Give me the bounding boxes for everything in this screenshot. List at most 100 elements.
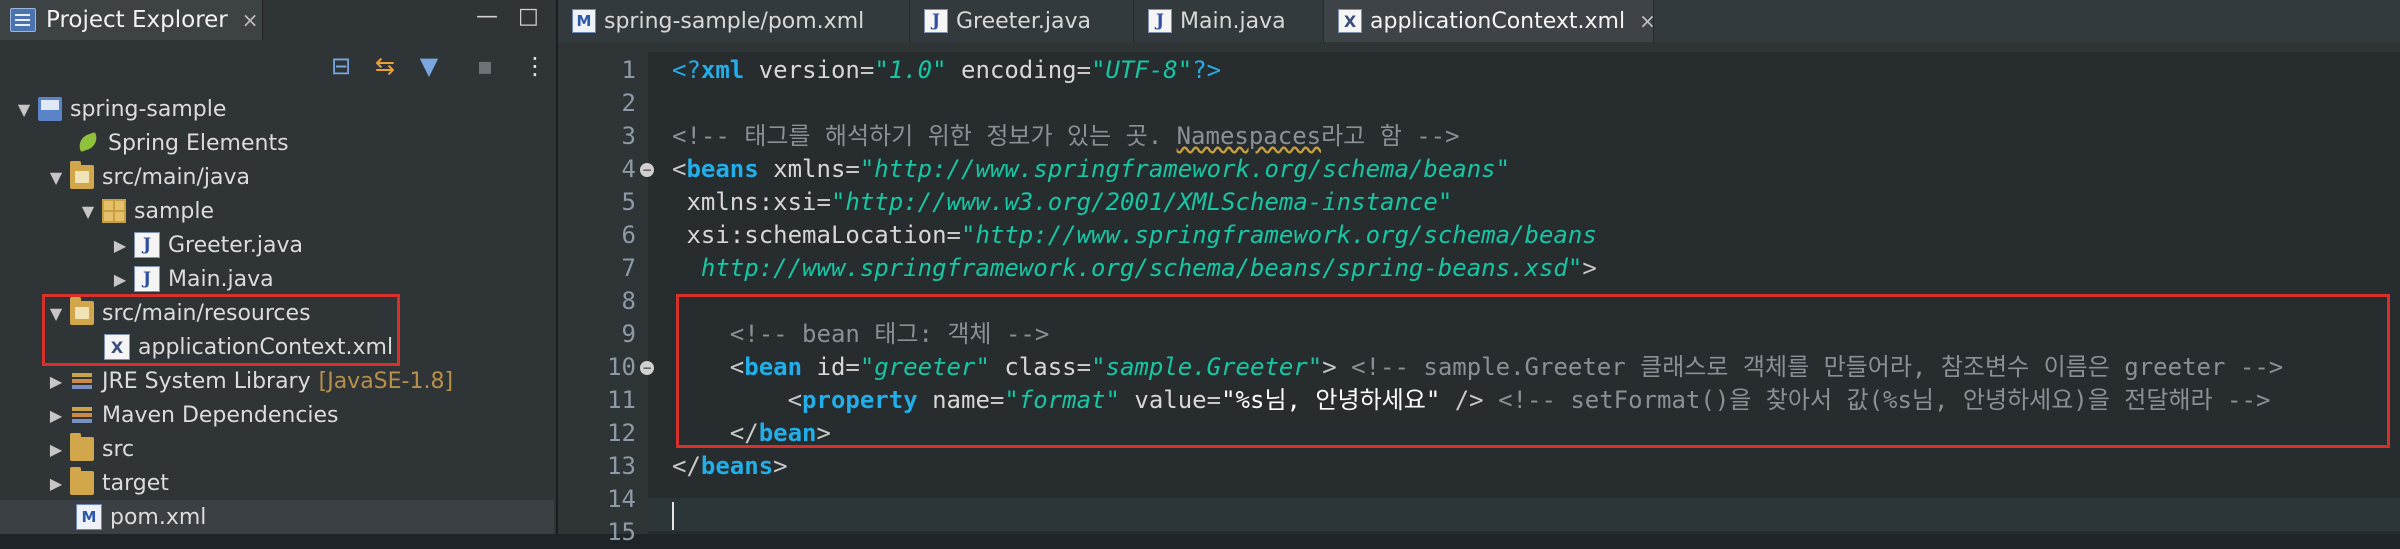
spring-leaf-icon xyxy=(76,131,100,155)
code-line-5: xmlns:xsi="http://www.w3.org/2001/XMLSch… xyxy=(672,188,1453,216)
source-folder-icon xyxy=(70,161,94,189)
tree-item-target[interactable]: ▶ target xyxy=(46,466,169,500)
view-menu-icon[interactable]: ⋮ xyxy=(520,52,550,80)
line-number: 1 xyxy=(621,56,636,84)
tree-item-label: src xyxy=(102,436,135,462)
fold-toggle-icon[interactable]: − xyxy=(640,361,654,375)
tab-label: applicationContext.xml xyxy=(1370,8,1626,34)
tree-item-src[interactable]: ▶ src xyxy=(46,432,134,466)
line-number: 4 xyxy=(621,155,636,183)
code-editor[interactable]: 1 2 3 4 5 6 7 8 9 10 11 12 13 14 15 − − … xyxy=(576,52,2400,546)
tree-item-spring-elements[interactable]: Spring Elements xyxy=(52,126,289,160)
tree-item-package-sample[interactable]: ▼ sample xyxy=(78,194,214,228)
java-file-icon: J xyxy=(134,232,160,258)
expanded-arrow-icon[interactable]: ▼ xyxy=(46,168,66,187)
tab-label: Main.java xyxy=(1180,8,1286,34)
collapsed-arrow-icon[interactable]: ▶ xyxy=(46,440,66,459)
line-number: 7 xyxy=(621,254,636,282)
code-line-3: <!-- 태그를 해석하기 위한 정보가 있는 곳. Namespaces라고 … xyxy=(672,122,1460,150)
line-number: 11 xyxy=(607,386,636,414)
line-number-gutter: 1 2 3 4 5 6 7 8 9 10 11 12 13 14 15 xyxy=(576,52,648,546)
folder-icon xyxy=(70,433,94,461)
explorer-toolbar: ⊟ ⇆ ▼ ▪ ⋮ xyxy=(0,44,556,88)
tree-item-pom-xml[interactable]: M pom.xml xyxy=(52,500,206,534)
folder-icon xyxy=(70,467,94,495)
focus-icon[interactable]: ▪ xyxy=(470,52,500,80)
code-line-6: xsi:schemaLocation="http://www.springfra… xyxy=(672,221,1597,249)
tab-label: Greeter.java xyxy=(956,8,1091,34)
tree-item-label: Greeter.java xyxy=(168,232,303,258)
collapsed-arrow-icon[interactable]: ▶ xyxy=(110,236,130,255)
tab-application-context-xml[interactable]: X applicationContext.xml × xyxy=(1324,0,1656,42)
editor-panel: M spring-sample/pom.xml J Greeter.java J… xyxy=(558,0,2400,546)
package-icon xyxy=(102,199,126,223)
project-explorer-panel: Project Explorer × — □ ⊟ ⇆ ▼ ▪ ⋮ ▼ sprin… xyxy=(0,0,558,534)
tree-item-maven-dependencies[interactable]: ▶ Maven Dependencies xyxy=(46,398,339,432)
tab-main-java[interactable]: J Main.java xyxy=(1134,0,1324,42)
expanded-arrow-icon[interactable]: ▼ xyxy=(14,100,34,119)
tree-item-project[interactable]: ▼ spring-sample xyxy=(14,92,227,126)
project-explorer-tab[interactable]: Project Explorer × xyxy=(0,0,263,40)
project-explorer-icon xyxy=(10,8,36,32)
tab-pom-xml[interactable]: M spring-sample/pom.xml xyxy=(558,0,910,42)
line-number: 15 xyxy=(607,518,636,546)
tree-item-label: spring-sample xyxy=(70,96,227,122)
tree-item-label: JRE System Library xyxy=(102,368,311,394)
line-number: 3 xyxy=(621,122,636,150)
code-line-1: <?xml version="1.0" encoding="UTF-8"?> xyxy=(672,56,1222,84)
collapsed-arrow-icon[interactable]: ▶ xyxy=(110,270,130,289)
tree-item-label: Maven Dependencies xyxy=(102,402,339,428)
tree-item-label: target xyxy=(102,470,169,496)
java-file-icon: J xyxy=(134,266,160,292)
resources-highlight-box xyxy=(42,294,400,366)
link-with-editor-icon[interactable]: ⇆ xyxy=(370,52,400,80)
line-number: 2 xyxy=(621,89,636,117)
java-file-icon: J xyxy=(924,9,948,33)
expanded-arrow-icon[interactable]: ▼ xyxy=(78,202,98,221)
line-number: 8 xyxy=(621,287,636,315)
collapsed-arrow-icon[interactable]: ▶ xyxy=(46,474,66,493)
minimize-icon[interactable]: — xyxy=(476,4,498,29)
tree-item-label: Spring Elements xyxy=(108,130,289,156)
spring-project-icon xyxy=(38,97,62,121)
line-number: 14 xyxy=(607,485,636,513)
collapse-all-icon[interactable]: ⊟ xyxy=(326,52,356,80)
text-cursor xyxy=(672,502,674,530)
current-line-highlight xyxy=(576,498,2400,531)
tab-greeter-java[interactable]: J Greeter.java xyxy=(910,0,1134,42)
line-number: 12 xyxy=(607,419,636,447)
line-number: 6 xyxy=(621,221,636,249)
close-icon[interactable]: × xyxy=(242,8,259,32)
collapsed-arrow-icon[interactable]: ▶ xyxy=(46,406,66,425)
library-icon xyxy=(70,403,94,427)
tree-item-label: src/main/java xyxy=(102,164,251,190)
maximize-icon[interactable]: □ xyxy=(518,4,539,29)
line-number: 13 xyxy=(607,452,636,480)
tree-item-main-java[interactable]: ▶ J Main.java xyxy=(110,262,274,296)
code-line-13: </beans> xyxy=(672,452,788,480)
eclipse-window: Project Explorer × — □ ⊟ ⇆ ▼ ▪ ⋮ ▼ sprin… xyxy=(0,0,2400,546)
tab-label: spring-sample/pom.xml xyxy=(604,8,865,34)
collapsed-arrow-icon[interactable]: ▶ xyxy=(46,372,66,391)
tree-item-label: pom.xml xyxy=(110,504,207,530)
maven-pom-icon: M xyxy=(76,504,102,530)
code-line-4: <beans xmlns="http://www.springframework… xyxy=(672,155,1511,183)
tree-item-src-main-java[interactable]: ▼ src/main/java xyxy=(46,160,250,194)
tree-item-label: sample xyxy=(134,198,214,224)
editor-tabs: M spring-sample/pom.xml J Greeter.java J… xyxy=(558,0,2400,42)
xml-file-icon: X xyxy=(1338,9,1362,33)
tree-item-jre-library[interactable]: ▶ JRE System Library [JavaSE-1.8] xyxy=(46,364,453,398)
line-number: 10 xyxy=(607,353,636,381)
tree-item-greeter-java[interactable]: ▶ J Greeter.java xyxy=(110,228,303,262)
code-line-7: http://www.springframework.org/schema/be… xyxy=(672,254,1597,282)
filter-icon[interactable]: ▼ xyxy=(414,52,444,80)
fold-toggle-icon[interactable]: − xyxy=(640,163,654,177)
java-file-icon: J xyxy=(1148,9,1172,33)
jre-version-label: [JavaSE-1.8] xyxy=(318,368,454,394)
library-icon xyxy=(70,369,94,393)
maven-pom-icon: M xyxy=(572,9,596,33)
tree-item-label: Main.java xyxy=(168,266,274,292)
close-tab-icon[interactable]: × xyxy=(1639,9,1656,33)
line-number: 5 xyxy=(621,188,636,216)
line-number: 9 xyxy=(621,320,636,348)
